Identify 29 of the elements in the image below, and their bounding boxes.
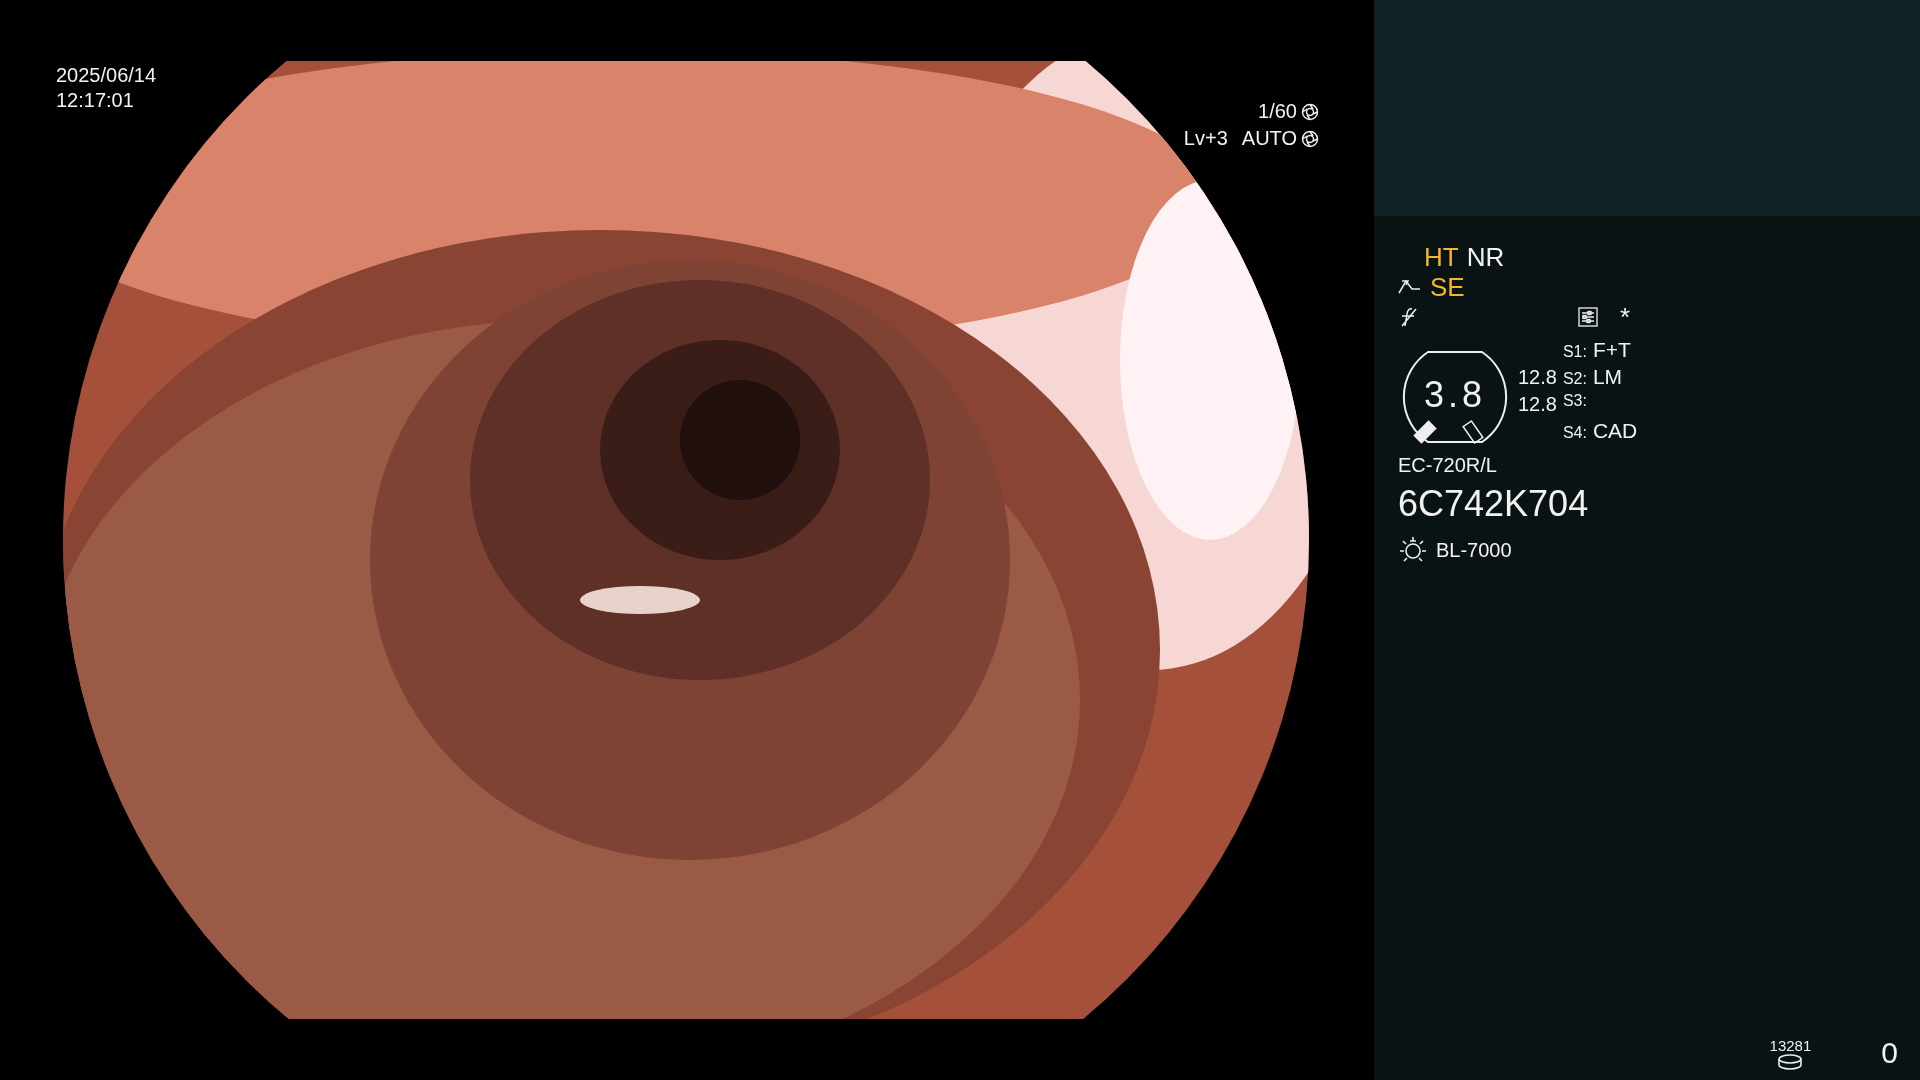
- time-text: 12:17:01: [56, 88, 135, 113]
- disk-icon: [1777, 1054, 1804, 1070]
- switch-value: LM: [1592, 365, 1623, 389]
- mode-label: NR: [1466, 241, 1505, 273]
- exposure-level: Lv+3: [1183, 126, 1228, 151]
- date-text: 2025/06/14: [56, 63, 157, 88]
- asterisk-mark: *: [1620, 301, 1631, 333]
- scope-model: EC-720R/L: [1398, 454, 1498, 477]
- switch-label: S4:: [1562, 424, 1588, 442]
- iris-mode: AUTO: [1241, 126, 1297, 151]
- scope-serial: 6C742K704: [1398, 483, 1590, 525]
- aperture-icon: [1301, 129, 1319, 148]
- switch-value: CAD: [1592, 419, 1638, 443]
- sliders-icon: [1578, 307, 1598, 327]
- counter-value: 0: [1881, 1036, 1898, 1070]
- mode-label: HT: [1424, 241, 1459, 273]
- gauge-value: 3.8: [1424, 374, 1487, 416]
- aperture-icon: [1301, 102, 1319, 121]
- gauge-reading: 12.8: [1518, 366, 1557, 389]
- mode-label: SE: [1430, 271, 1465, 303]
- gauge-reading: 12.8: [1518, 393, 1557, 416]
- switch-label: S1:: [1562, 343, 1588, 361]
- shutter-speed: 1/60: [1258, 99, 1297, 124]
- slashed-f-icon: [1398, 306, 1420, 328]
- light-source: BL-7000: [1436, 538, 1512, 562]
- switch-label: S3:: [1562, 392, 1588, 410]
- storage-count: 13281: [1769, 1037, 1812, 1054]
- switch-label: S2:: [1562, 370, 1588, 388]
- switch-value: F+T: [1592, 338, 1631, 362]
